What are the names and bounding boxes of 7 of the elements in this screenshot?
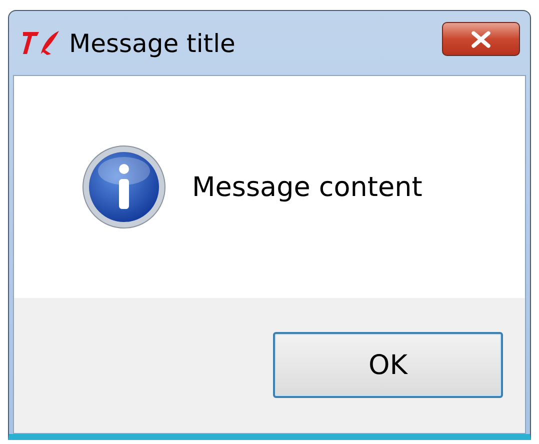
window-title: Message title [69, 28, 236, 58]
feather-icon [21, 28, 61, 58]
close-icon [470, 30, 492, 48]
message-text: Message content [192, 172, 422, 202]
ok-button[interactable]: OK [273, 332, 503, 398]
information-icon [82, 145, 166, 229]
close-button[interactable] [442, 22, 520, 56]
